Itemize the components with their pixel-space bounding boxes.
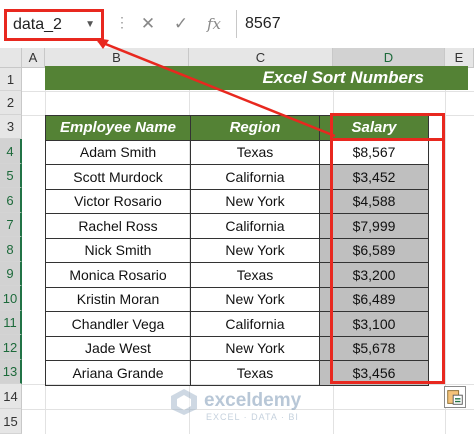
region-cell[interactable]: California <box>190 213 320 239</box>
row-header[interactable]: 7 <box>0 213 22 237</box>
row-header[interactable]: 4 <box>0 139 22 164</box>
name-box-value: data_2 <box>13 16 62 33</box>
row-header[interactable]: 8 <box>0 237 22 262</box>
enter-icon[interactable]: ✓ <box>166 12 196 36</box>
employee-name-cell[interactable]: Nick Smith <box>45 237 191 263</box>
region-cell[interactable]: California <box>190 164 320 190</box>
row-header[interactable]: 6 <box>0 188 22 213</box>
region-cell[interactable]: New York <box>190 335 320 361</box>
watermark-name: exceldemy <box>204 390 302 411</box>
region-cell[interactable]: New York <box>190 237 320 263</box>
employee-name-cell[interactable]: Adam Smith <box>45 139 191 165</box>
employee-name-cell[interactable]: Scott Murdock <box>45 164 191 190</box>
row-header[interactable]: 9 <box>0 262 22 286</box>
row-header[interactable]: 5 <box>0 164 22 188</box>
region-cell[interactable]: Texas <box>190 262 320 288</box>
grid-line <box>445 68 446 434</box>
region-cell[interactable]: Texas <box>190 139 320 165</box>
row-header[interactable]: 10 <box>0 286 22 311</box>
column-header-a[interactable]: A <box>22 48 45 68</box>
row-header[interactable]: 2 <box>0 91 22 115</box>
region-cell[interactable]: Texas <box>190 360 320 386</box>
quick-analysis-icon[interactable] <box>444 386 466 408</box>
employee-name-cell[interactable]: Chandler Vega <box>45 311 191 337</box>
employee-name-cell[interactable]: Victor Rosario <box>45 188 191 214</box>
employee-name-cell[interactable]: Jade West <box>45 335 191 361</box>
watermark-tagline: EXCEL · DATA · BI <box>206 412 299 422</box>
employee-name-cell[interactable]: Kristin Moran <box>45 286 191 312</box>
employee-name-cell[interactable]: Rachel Ross <box>45 213 191 239</box>
employee-name-cell[interactable]: Monica Rosario <box>45 262 191 288</box>
employee-name-cell[interactable]: Ariana Grande <box>45 360 191 386</box>
cancel-icon[interactable]: ✕ <box>133 12 163 36</box>
row-header[interactable]: 1 <box>0 68 22 91</box>
select-all-corner[interactable] <box>0 48 22 68</box>
column-header-d[interactable]: D <box>333 48 445 68</box>
row-header[interactable]: 13 <box>0 360 22 384</box>
salary-header-highlight <box>330 113 445 139</box>
drag-handle-icon[interactable]: ⋮ <box>115 14 129 36</box>
exceldemy-logo-icon <box>171 389 197 415</box>
formula-input[interactable]: 8567 <box>236 10 474 38</box>
row-header[interactable]: 11 <box>0 311 22 335</box>
name-box[interactable]: data_2 ▼ <box>4 9 104 41</box>
region-cell[interactable]: New York <box>190 286 320 312</box>
row-header[interactable]: 3 <box>0 115 22 139</box>
row-header[interactable]: 14 <box>0 384 22 409</box>
chevron-down-icon[interactable]: ▼ <box>85 12 95 38</box>
region-cell[interactable]: California <box>190 311 320 337</box>
region-cell[interactable]: New York <box>190 188 320 214</box>
row-header[interactable]: 15 <box>0 409 22 434</box>
insert-function-icon[interactable]: fx <box>199 12 229 36</box>
row-header[interactable]: 12 <box>0 335 22 360</box>
salary-range-highlight <box>330 138 445 384</box>
callout-arrow-icon <box>95 38 336 138</box>
column-header-e[interactable]: E <box>445 48 474 68</box>
